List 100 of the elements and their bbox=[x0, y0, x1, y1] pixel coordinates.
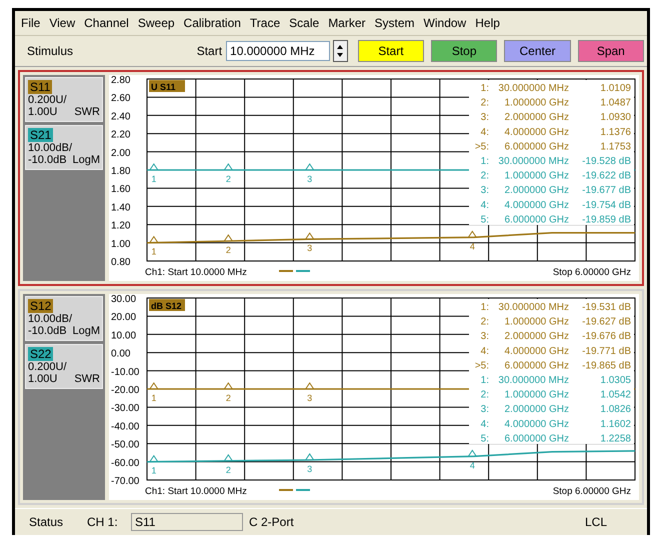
axis-label: -20.00 bbox=[111, 385, 140, 396]
field-label: Start bbox=[196, 44, 222, 58]
marker-frequency: 2.000000 GHz bbox=[504, 331, 569, 342]
menu-item[interactable]: Sweep bbox=[138, 16, 175, 30]
marker-icon[interactable] bbox=[148, 163, 159, 170]
marker-icon[interactable] bbox=[223, 454, 234, 462]
spinner-control[interactable] bbox=[333, 40, 348, 62]
menu-item[interactable]: System bbox=[374, 16, 415, 30]
menu-item[interactable]: Help bbox=[475, 16, 500, 30]
marker-value: 1.2258 bbox=[600, 433, 631, 444]
marker-frequency: 1.000000 GHz bbox=[504, 170, 569, 182]
marker-number: 3: bbox=[480, 404, 489, 416]
marker-label: 3 bbox=[307, 393, 312, 403]
menu-item[interactable]: View bbox=[49, 16, 76, 30]
marker-icon[interactable] bbox=[148, 236, 159, 244]
trace-name: S22 bbox=[28, 347, 54, 361]
start-frequency: Ch1: Start 10.0000 MHz bbox=[145, 267, 247, 278]
toolbar-button[interactable]: Start bbox=[358, 40, 424, 62]
marker-label: 4 bbox=[470, 241, 475, 252]
menu-item[interactable]: Marker bbox=[328, 16, 366, 30]
marker-value: -19.859 dB bbox=[582, 214, 631, 226]
marker-number: 2: bbox=[480, 170, 489, 182]
toolbar-button[interactable]: Stop bbox=[431, 40, 498, 62]
mode-status: LCL bbox=[584, 515, 607, 529]
trace-scale: 10.00dB/ bbox=[28, 142, 74, 154]
axis-label: 1.40 bbox=[111, 202, 130, 214]
axis-label: 2.80 bbox=[111, 75, 130, 86]
channel-label: CH 1: bbox=[87, 515, 119, 529]
marker-number: 2: bbox=[480, 390, 489, 401]
menu-item[interactable]: File bbox=[21, 16, 40, 30]
marker-frequency: 2.000000 GHz bbox=[504, 404, 569, 416]
axis-label: 2.00 bbox=[111, 148, 130, 159]
menu-item[interactable]: Trace bbox=[250, 16, 280, 30]
marker-icon[interactable] bbox=[148, 454, 159, 462]
marker-value: 1.0930 bbox=[600, 112, 631, 124]
marker-value: 1.0109 bbox=[600, 83, 631, 94]
marker-icon[interactable] bbox=[467, 449, 478, 457]
trace-card[interactable]: S22 0.200U/ 1.00U SWR bbox=[25, 344, 103, 389]
marker-frequency: 1.000000 GHz bbox=[504, 98, 569, 109]
axis-label: -30.00 bbox=[111, 403, 140, 414]
marker-icon[interactable] bbox=[304, 382, 315, 390]
axis-label: 2.40 bbox=[111, 111, 130, 122]
marker-label: 1 bbox=[151, 246, 156, 257]
calibration-status: C 2-Port bbox=[249, 515, 295, 529]
marker-icon[interactable] bbox=[304, 453, 315, 460]
marker-frequency: 4.000000 GHz bbox=[504, 346, 569, 357]
marker-icon[interactable] bbox=[148, 382, 159, 390]
marker-icon[interactable] bbox=[223, 382, 234, 390]
trace-card[interactable]: S11 0.200U/ 1.00U SWR bbox=[25, 77, 103, 122]
marker-icon[interactable] bbox=[223, 163, 234, 170]
marker-icon[interactable] bbox=[304, 232, 315, 240]
marker-label: 2 bbox=[226, 245, 231, 256]
trace-format: SWR bbox=[74, 106, 100, 118]
trace-reference: 1.00U bbox=[28, 106, 58, 118]
trace-card[interactable]: S21 10.00dB/ -10.0dB LogM bbox=[25, 125, 103, 170]
status-label: Status bbox=[29, 515, 64, 529]
marker-frequency: 6.000000 GHz bbox=[504, 141, 569, 152]
marker-value: -19.528 dB bbox=[582, 156, 631, 167]
legend-line bbox=[296, 489, 310, 491]
marker-icon[interactable] bbox=[304, 163, 315, 170]
stop-frequency: Stop 6.00000 GHz bbox=[552, 267, 631, 278]
menu-item[interactable]: Scale bbox=[289, 16, 320, 30]
start-field[interactable]: 10.000000 MHz bbox=[226, 41, 330, 61]
marker-value: -19.627 dB bbox=[582, 316, 631, 328]
marker-frequency: 6.000000 GHz bbox=[504, 214, 569, 226]
marker-value: 1.0542 bbox=[600, 390, 631, 401]
plot-title-tag: U S11 bbox=[149, 80, 185, 92]
axis-label: 0.80 bbox=[111, 257, 130, 268]
toolbar-button[interactable]: Span bbox=[578, 40, 644, 62]
marker-number: 1: bbox=[480, 375, 489, 386]
marker-number: 3: bbox=[480, 185, 489, 196]
trace-name: S21 bbox=[28, 128, 54, 142]
menu-item[interactable]: Window bbox=[424, 16, 466, 30]
trace-reference: -10.0dB bbox=[28, 325, 67, 337]
marker-icon[interactable] bbox=[223, 234, 234, 242]
marker-frequency: 30.000000 MHz bbox=[498, 375, 569, 386]
marker-number: >5: bbox=[474, 141, 489, 152]
trace-card[interactable]: S12 10.00dB/ -10.0dB LogM bbox=[25, 296, 103, 341]
axis-label: -50.00 bbox=[111, 440, 140, 451]
axis-label: 1.00 bbox=[111, 238, 130, 250]
marker-label: 4 bbox=[470, 460, 475, 470]
marker-icon[interactable] bbox=[467, 230, 478, 238]
trace-reference: 1.00U bbox=[28, 373, 58, 385]
marker-label: 2 bbox=[226, 174, 231, 184]
marker-frequency: 2.000000 GHz bbox=[504, 185, 569, 196]
marker-value: -19.622 dB bbox=[582, 170, 631, 182]
trace-scale: 10.00dB/ bbox=[28, 313, 74, 325]
trace-format: SWR bbox=[74, 373, 100, 385]
marker-frequency: 30.000000 MHz bbox=[498, 302, 569, 313]
axis-label: 1.20 bbox=[111, 220, 130, 232]
marker-number: 1: bbox=[480, 156, 489, 167]
marker-number: 3: bbox=[480, 112, 489, 124]
toolbar-button[interactable]: Center bbox=[504, 40, 571, 62]
marker-number: >5: bbox=[474, 360, 489, 372]
axis-label: -70.00 bbox=[111, 476, 140, 487]
menu-item[interactable]: Calibration bbox=[184, 16, 241, 30]
marker-label: 3 bbox=[307, 464, 312, 474]
marker-value: 1.1376 bbox=[600, 126, 631, 138]
menu-item[interactable]: Channel bbox=[84, 16, 129, 30]
axis-label: -10.00 bbox=[111, 366, 140, 378]
